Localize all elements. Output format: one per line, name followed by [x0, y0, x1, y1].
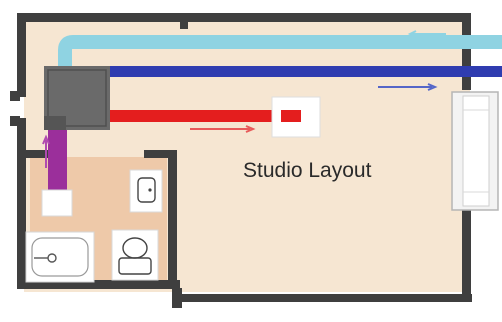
window-icon [451, 91, 499, 211]
ventilation-unit-icon [44, 66, 110, 130]
floor-plan-diagram: Studio Layout [0, 0, 502, 322]
sink-icon [129, 169, 163, 213]
toilet-icon [111, 229, 159, 281]
hot-duct [108, 110, 300, 122]
bathtub-icon [25, 231, 95, 283]
supply-duct [108, 66, 502, 77]
ceiling-vent-icon [271, 96, 321, 138]
diagram-title: Studio Layout [243, 159, 372, 182]
bathroom-vent [41, 189, 73, 217]
